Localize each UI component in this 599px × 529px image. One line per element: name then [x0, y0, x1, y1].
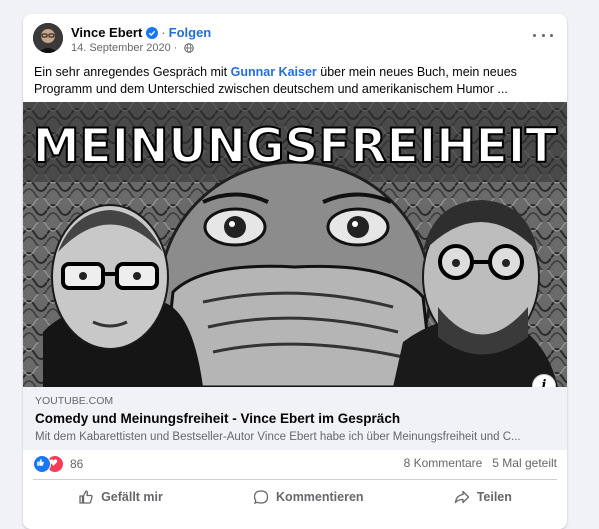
author-avatar[interactable]: [33, 23, 63, 53]
reaction-summary[interactable]: 86: [33, 455, 83, 473]
reaction-count: 86: [70, 457, 84, 471]
thumbs-up-icon: [79, 490, 93, 504]
like-button[interactable]: Gefällt mir: [68, 485, 173, 509]
link-domain: YOUTUBE.COM: [35, 395, 114, 407]
date-separator: ·: [173, 42, 178, 54]
author-name[interactable]: Vince Ebert: [71, 25, 142, 41]
post-meta: 14. September 2020 ·: [71, 42, 195, 54]
post-text: Ein sehr anregendes Gespräch mit Gunnar …: [34, 64, 560, 98]
post-header: Vince Ebert · Folgen: [71, 25, 211, 41]
share-button[interactable]: Teilen: [444, 485, 522, 509]
comment-count[interactable]: 8 Kommentare: [404, 456, 483, 470]
action-bar: Gefällt mir Kommentieren Teilen: [33, 482, 557, 512]
comment-label: Kommentieren: [276, 490, 364, 504]
link-preview-image[interactable]: MEINUNGSFREIHEIT: [23, 102, 567, 387]
share-label: Teilen: [476, 490, 512, 504]
globe-icon[interactable]: [184, 43, 195, 53]
comment-icon: [253, 490, 269, 504]
mention-link[interactable]: Gunnar Kaiser: [231, 65, 317, 79]
share-count[interactable]: 5 Mal geteilt: [492, 456, 557, 470]
link-description: Mit dem Kabarettisten und Bestseller-Aut…: [35, 431, 521, 443]
post-card: Vince Ebert · Folgen 14. September 2020 …: [23, 14, 567, 529]
header-separator: ·: [161, 25, 166, 40]
follow-button[interactable]: Folgen: [169, 25, 212, 41]
image-title-text: MEINUNGSFREIHEIT: [33, 119, 558, 174]
engagement-counts: 8 Kommentare 5 Mal geteilt: [404, 456, 557, 470]
post-date[interactable]: 14. September 2020: [71, 42, 171, 54]
like-label: Gefällt mir: [101, 490, 163, 504]
like-reaction-icon: [33, 455, 51, 473]
link-title[interactable]: Comedy und Meinungsfreiheit - Vince Eber…: [35, 411, 400, 426]
post-text-before: Ein sehr anregendes Gespräch mit: [34, 65, 231, 79]
more-options-icon[interactable]: [533, 29, 553, 41]
link-preview[interactable]: YOUTUBE.COM Comedy und Meinungsfreiheit …: [23, 387, 567, 450]
share-icon: [454, 490, 469, 504]
comment-button[interactable]: Kommentieren: [243, 485, 374, 509]
verified-badge-icon: [146, 27, 159, 39]
action-divider: [33, 479, 557, 480]
